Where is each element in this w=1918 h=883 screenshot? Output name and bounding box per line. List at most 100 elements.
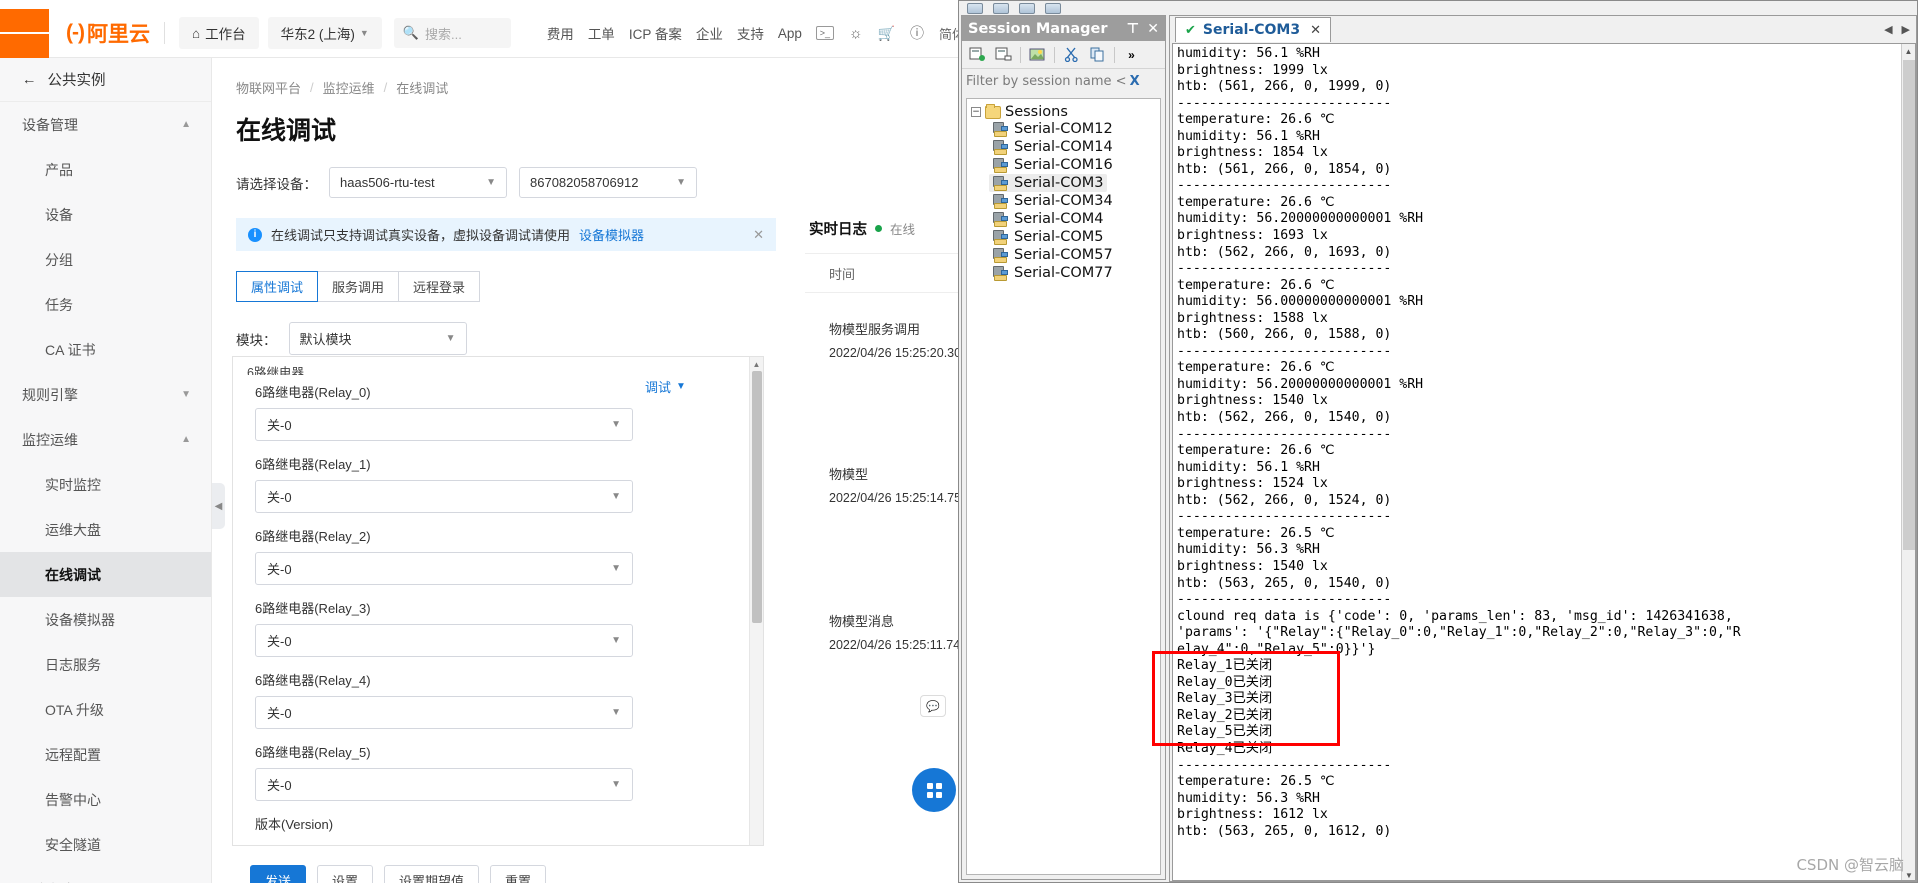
tab-service-call[interactable]: 服务调用 — [318, 271, 400, 302]
top-link-support[interactable]: 支持 — [737, 23, 764, 43]
sidebar-item-device[interactable]: 设备 — [0, 192, 211, 237]
more-icon[interactable]: » — [1122, 46, 1141, 63]
sidebar-back-button[interactable]: ← 公共实例 — [0, 58, 211, 102]
relay-select[interactable]: 关-0 ▼ — [255, 408, 633, 441]
session-item-com3[interactable]: Serial-COM3 — [989, 174, 1107, 192]
toolbar-icon[interactable] — [1045, 2, 1061, 14]
relay-select[interactable]: 关-0 ▼ — [255, 624, 633, 657]
collapse-toggle-icon[interactable]: − — [971, 107, 981, 117]
terminal-output[interactable]: humidity: 56.1 %RH brightness: 1999 lx h… — [1172, 43, 1916, 881]
product-select[interactable]: haas506-rtu-test ▼ — [329, 167, 507, 198]
cut-icon[interactable] — [1062, 46, 1081, 63]
sidebar-item-device-simulator[interactable]: 设备模拟器 — [0, 597, 211, 642]
chat-icon[interactable]: 💬 — [920, 695, 946, 717]
hamburger-icon[interactable] — [0, 8, 49, 58]
sidebar-item-ca-cert[interactable]: CA 证书 — [0, 327, 211, 372]
session-item-com16[interactable]: Serial-COM16 — [989, 156, 1116, 174]
sidebar-group-device-mgmt[interactable]: 设备管理 ▲ — [0, 102, 211, 147]
module-select[interactable]: 默认模块 ▼ — [288, 322, 467, 355]
scroll-up-icon[interactable]: ▲ — [750, 357, 763, 371]
relay-scroll-area[interactable]: 6路继电器(Relay_0) 关-0 ▼ 6路继电器(Relay_1) 关-0 … — [233, 371, 763, 845]
toolbar-icon[interactable] — [1019, 2, 1035, 14]
copy-icon[interactable] — [1088, 46, 1107, 63]
alert-link-simulator[interactable]: 设备模拟器 — [579, 225, 644, 244]
sidebar-item-realtime-monitor[interactable]: 实时监控 — [0, 462, 211, 507]
close-icon[interactable]: ✕ — [1310, 23, 1321, 38]
close-icon[interactable]: X — [1130, 74, 1140, 89]
module-label: 模块： — [236, 332, 277, 348]
scrollbar-thumb[interactable] — [752, 371, 762, 623]
tab-property-debug[interactable]: 属性调试 — [236, 271, 319, 302]
grid-icon[interactable] — [912, 768, 956, 812]
send-button[interactable]: 发送 — [250, 865, 307, 883]
session-item-com4[interactable]: Serial-COM4 — [989, 210, 1107, 228]
sidebar-item-ops-dashboard[interactable]: 运维大盘 — [0, 507, 211, 552]
search-input[interactable]: 🔍 搜索... — [393, 18, 511, 48]
region-selector[interactable]: 华东2 (上海) ▼ — [267, 17, 382, 49]
set-expected-value-button[interactable]: 设置期望值 — [384, 865, 480, 883]
serial-session-icon — [992, 157, 1009, 173]
scroll-down-icon[interactable]: ▼ — [1902, 868, 1915, 880]
sidebar-item-online-debug[interactable]: 在线调试 — [0, 552, 211, 597]
tab-remote-login[interactable]: 远程登录 — [399, 271, 481, 302]
relay-select[interactable]: 关-0 ▼ — [255, 696, 633, 729]
device-select[interactable]: 867082058706912 ▼ — [519, 167, 697, 198]
sidebar-item-alarm-center[interactable]: 告警中心 — [0, 777, 211, 822]
search-placeholder: 搜索... — [425, 26, 462, 42]
pin-icon[interactable]: ⊤ — [1126, 21, 1139, 37]
sidebar-item-product[interactable]: 产品 — [0, 147, 211, 192]
set-button[interactable]: 设置 — [317, 865, 374, 883]
session-item-com57[interactable]: Serial-COM57 — [989, 246, 1116, 264]
reset-button[interactable]: 重置 — [490, 865, 547, 883]
breadcrumb-item-monitoring[interactable]: 监控运维 — [323, 78, 375, 97]
top-link-icp[interactable]: ICP 备案 — [629, 23, 682, 43]
sidebar-group-device-assign[interactable]: 设备划归 ▼ — [0, 867, 211, 883]
chevron-left-icon[interactable]: ◀ — [1884, 23, 1892, 36]
scroll-up-icon[interactable]: ▲ — [1902, 44, 1915, 58]
sidebar-item-remote-config[interactable]: 远程配置 — [0, 732, 211, 777]
top-link-ticket[interactable]: 工单 — [588, 23, 615, 43]
relay-select[interactable]: 关-0 ▼ — [255, 552, 633, 585]
sidebar-group-rule-engine[interactable]: 规则引擎 ▼ — [0, 372, 211, 417]
form-action-buttons: 发送 设置 设置期望值 重置 — [250, 865, 547, 883]
toolbar-icon[interactable] — [967, 2, 983, 14]
close-icon[interactable]: ✕ — [753, 227, 764, 243]
new-session-icon[interactable] — [968, 46, 987, 63]
session-item-com5[interactable]: Serial-COM5 — [989, 228, 1107, 246]
session-item-com14[interactable]: Serial-COM14 — [989, 138, 1116, 156]
breadcrumb-item-iot[interactable]: 物联网平台 — [236, 78, 301, 97]
relay-select[interactable]: 关-0 ▼ — [255, 480, 633, 513]
session-item-com77[interactable]: Serial-COM77 — [989, 264, 1116, 282]
wizard-icon[interactable] — [1028, 46, 1047, 63]
top-link-app[interactable]: App — [778, 26, 802, 41]
session-tree-root[interactable]: − Sessions — [971, 103, 1160, 120]
scrollbar-thumb[interactable] — [1903, 60, 1915, 550]
session-item-com34[interactable]: Serial-COM34 — [989, 192, 1116, 210]
relay-select[interactable]: 关-0 ▼ — [255, 768, 633, 801]
top-link-fee[interactable]: 费用 — [547, 23, 574, 43]
cart-icon[interactable]: 🛒 — [878, 25, 895, 42]
session-item-com12[interactable]: Serial-COM12 — [989, 120, 1116, 138]
top-link-enterprise[interactable]: 企业 — [696, 23, 723, 43]
sidebar-collapse-handle[interactable]: ◀ — [212, 483, 225, 529]
open-folder-icon[interactable] — [994, 46, 1013, 63]
toolbar-icon[interactable] — [993, 2, 1009, 14]
sidebar-group-monitoring[interactable]: 监控运维 ▲ — [0, 417, 211, 462]
sidebar-item-group[interactable]: 分组 — [0, 237, 211, 282]
terminal-icon[interactable]: >_ — [815, 26, 834, 40]
sidebar-item-log-service[interactable]: 日志服务 — [0, 642, 211, 687]
workbench-button[interactable]: ⌂ 工作台 — [178, 17, 259, 49]
close-icon[interactable]: ✕ — [1147, 21, 1159, 37]
sidebar-item-secure-tunnel[interactable]: 安全隧道 — [0, 822, 211, 867]
aliyun-logo[interactable]: (-) 阿里云 — [66, 18, 150, 48]
terminal-scrollbar[interactable]: ▲ ▼ — [1901, 44, 1915, 880]
terminal-tab-com3[interactable]: ✔ Serial-COM3 ✕ — [1175, 17, 1331, 42]
panel-scrollbar[interactable]: ▲ — [749, 357, 763, 845]
bell-icon[interactable]: ☼︎ — [849, 25, 863, 42]
sidebar-item-ota[interactable]: OTA 升级 — [0, 687, 211, 732]
help-icon[interactable]: ⓘ — [910, 23, 924, 43]
debug-dropdown-link[interactable]: 调试 ▼ — [645, 377, 686, 396]
sidebar-item-task[interactable]: 任务 — [0, 282, 211, 327]
chevron-right-icon[interactable]: ▶ — [1902, 23, 1910, 36]
session-filter-input[interactable]: Filter by session name < X — [962, 69, 1165, 93]
